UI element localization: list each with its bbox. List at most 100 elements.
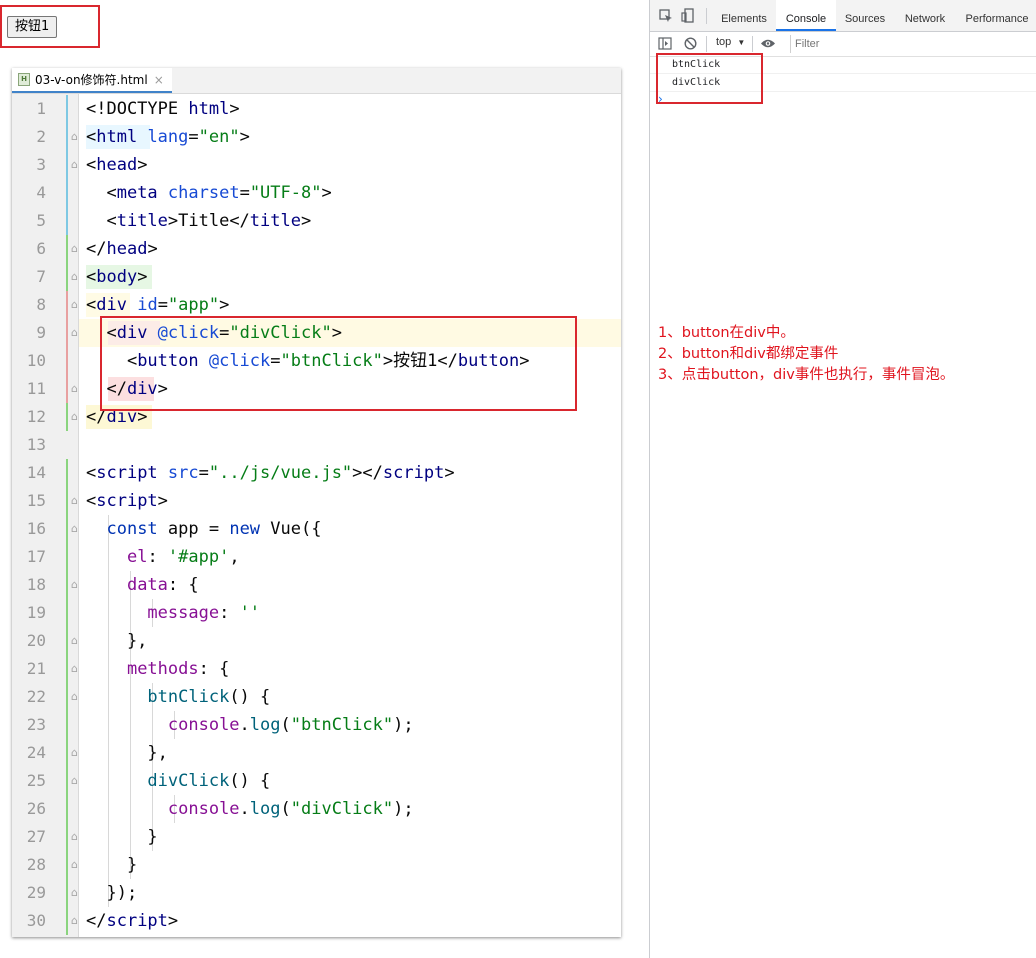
devtools-tab-network[interactable]: Network	[894, 0, 956, 31]
code-line[interactable]: console.log("divClick");	[86, 795, 414, 823]
clear-console-icon[interactable]	[684, 37, 697, 53]
line-number: 7	[36, 267, 46, 286]
fold-marker-icon[interactable]: ⌂	[71, 263, 78, 291]
code-line[interactable]: el: '#app',	[86, 543, 240, 571]
toolbar-divider	[706, 8, 707, 24]
code-line[interactable]: methods: {	[86, 655, 229, 683]
filter-input[interactable]	[790, 35, 1036, 53]
vcs-change-bar	[66, 291, 68, 403]
code-token: },	[86, 743, 168, 763]
code-line[interactable]: <!DOCTYPE html>	[86, 95, 240, 123]
code-token: () {	[229, 771, 271, 791]
annotation-box-button	[0, 5, 100, 48]
code-line[interactable]: </script>	[86, 907, 178, 935]
code-token: </	[86, 239, 107, 259]
devtools-tab-sources[interactable]: Sources	[836, 0, 894, 31]
code-line[interactable]: <script src="../js/vue.js"></script>	[86, 459, 455, 487]
line-number: 6	[36, 239, 46, 258]
code-line[interactable]: <div id="app">	[86, 291, 229, 319]
inspect-icon[interactable]	[659, 9, 673, 26]
code-token: (	[280, 799, 291, 819]
code-token: ''	[239, 603, 261, 623]
fold-marker-icon[interactable]: ⌂	[71, 515, 78, 543]
code-token: script	[96, 463, 168, 483]
fold-marker-icon[interactable]: ⌂	[71, 403, 78, 431]
line-number: 29	[26, 883, 46, 902]
code-token: >	[147, 239, 158, 259]
code-line[interactable]: console.log("btnClick");	[86, 711, 414, 739]
code-token: data	[126, 575, 168, 595]
line-number: 18	[26, 575, 46, 594]
line-number: 3	[36, 155, 46, 174]
code-token: :	[219, 603, 240, 623]
fold-marker-icon[interactable]: ⌂	[71, 879, 78, 907]
code-line[interactable]: </head>	[86, 235, 158, 263]
code-token: <	[86, 211, 117, 231]
code-token: :	[147, 547, 168, 567]
code-line[interactable]: },	[86, 627, 147, 655]
code-line[interactable]: <head>	[86, 151, 147, 179]
fold-marker-icon[interactable]: ⌂	[71, 571, 78, 599]
code-line[interactable]: btnClick() {	[86, 683, 270, 711]
fold-marker-icon[interactable]: ⌂	[71, 655, 78, 683]
code-line[interactable]: <script>	[86, 487, 168, 515]
code-token: log	[249, 799, 281, 819]
code-token: <	[86, 267, 97, 287]
close-icon[interactable]: ×	[154, 73, 164, 87]
code-line[interactable]: <body>	[86, 263, 147, 291]
fold-marker-icon[interactable]: ⌂	[71, 627, 78, 655]
fold-marker-icon[interactable]: ⌂	[71, 375, 78, 403]
fold-marker-icon[interactable]: ⌂	[71, 767, 78, 795]
line-number: 2	[36, 127, 46, 146]
fold-marker-icon[interactable]: ⌂	[71, 235, 78, 263]
code-line[interactable]: divClick() {	[86, 767, 270, 795]
fold-marker-icon[interactable]: ⌂	[71, 123, 78, 151]
code-line[interactable]: }	[86, 823, 157, 851]
eye-icon[interactable]	[760, 38, 776, 52]
code-line[interactable]: message: ''	[86, 599, 260, 627]
code-line[interactable]: });	[86, 879, 137, 907]
fold-marker-icon[interactable]: ⌂	[71, 487, 78, 515]
fold-marker-icon[interactable]: ⌂	[71, 291, 78, 319]
code-line[interactable]: <meta charset="UTF-8">	[86, 179, 331, 207]
code-token: "app"	[167, 295, 220, 315]
line-number: 17	[26, 547, 46, 566]
devtools-tab-elements[interactable]: Elements	[712, 0, 776, 31]
code-token: body	[96, 267, 138, 287]
devtools-panel: Elements Console Sources Network Performance…	[649, 0, 1036, 958]
code-line[interactable]: }	[86, 851, 137, 879]
code-token: script	[96, 491, 158, 511]
code-token: '#app'	[167, 547, 230, 567]
code-line[interactable]: <title>Title</title>	[86, 207, 311, 235]
note-1: 1、button在div中。	[658, 325, 795, 341]
line-number: 22	[26, 687, 46, 706]
code-token: >	[239, 127, 250, 147]
editor-tab[interactable]: H 03-v-on修饰符.html ×	[12, 68, 172, 93]
devtools-tab-console[interactable]: Console	[776, 0, 836, 31]
fold-marker-icon[interactable]: ⌂	[71, 319, 78, 347]
code-line[interactable]: <html lang="en">	[86, 123, 250, 151]
code-token: methods	[126, 659, 199, 679]
fold-marker-icon[interactable]: ⌂	[71, 151, 78, 179]
sidebar-toggle-icon[interactable]	[658, 37, 672, 53]
code-token: : {	[198, 659, 230, 679]
code-line[interactable]: },	[86, 739, 168, 767]
code-line[interactable]: const app = new Vue({	[86, 515, 321, 543]
fold-marker-icon[interactable]: ⌂	[71, 739, 78, 767]
code-token: <	[86, 463, 97, 483]
code-token: log	[249, 715, 281, 735]
context-selector[interactable]: top ▼	[716, 36, 745, 48]
fold-marker-icon[interactable]: ⌂	[71, 851, 78, 879]
code-token: script	[382, 463, 445, 483]
device-toolbar-icon[interactable]	[681, 8, 695, 26]
fold-marker-icon[interactable]: ⌂	[71, 683, 78, 711]
fold-marker-icon[interactable]: ⌂	[71, 823, 78, 851]
devtools-tab-performance[interactable]: Performance	[956, 0, 1036, 31]
fold-marker-icon[interactable]: ⌂	[71, 907, 78, 935]
code-line[interactable]: data: {	[86, 571, 199, 599]
code-token: <!DOCTYPE	[86, 99, 189, 119]
